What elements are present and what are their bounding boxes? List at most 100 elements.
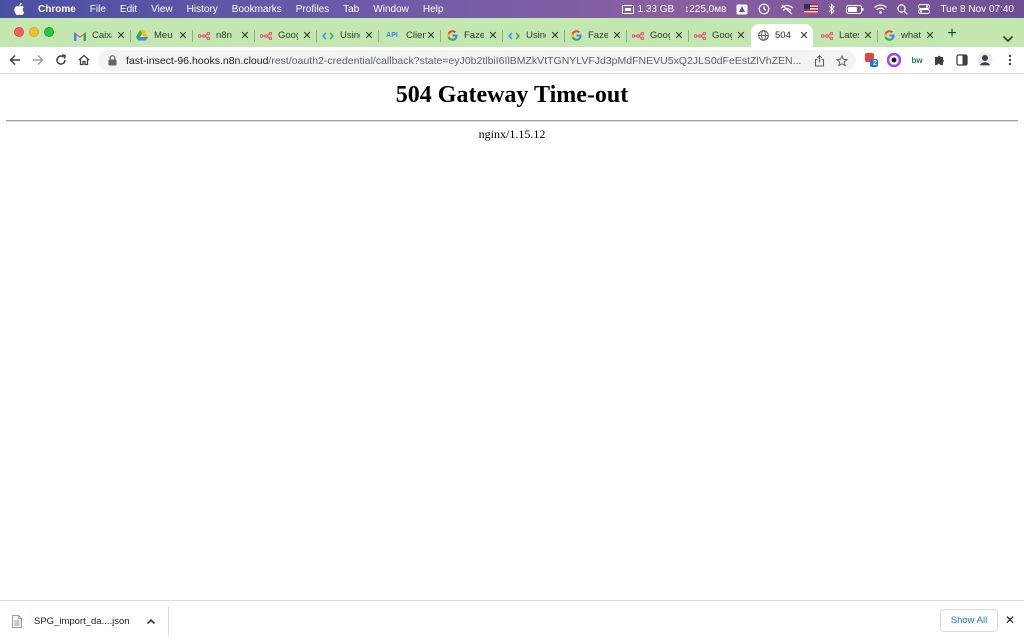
menu-clock[interactable]: Tue 8 Nov 07:40 <box>940 4 1014 15</box>
tab-close-icon[interactable]: ✕ <box>302 30 312 42</box>
extensions-puzzle-icon[interactable] <box>932 52 948 68</box>
extension-bw-icon[interactable]: bw <box>909 52 925 68</box>
n8n-icon <box>821 30 833 42</box>
profile-avatar[interactable] <box>977 52 993 68</box>
error-heading: 504 Gateway Time-out <box>395 82 629 108</box>
minimize-window-button[interactable] <box>29 27 39 37</box>
tab-close-icon[interactable]: ✕ <box>550 30 560 42</box>
code-icon <box>322 30 334 42</box>
tab-title: n8n <box>216 30 232 41</box>
tab-title: Google <box>278 30 298 41</box>
chevron-up-icon[interactable] <box>146 616 156 626</box>
forward-arrow-icon[interactable] <box>31 53 45 67</box>
extension-color-picker-icon[interactable] <box>886 52 902 68</box>
download-shelf: SPG_import_da....json Show All ✕ <box>0 600 1024 640</box>
tab-using-2[interactable]: Using ✕ <box>502 24 565 47</box>
tab-close-icon[interactable]: ✕ <box>674 30 684 42</box>
tab-close-icon[interactable]: ✕ <box>736 30 746 42</box>
tab-title: Using <box>526 30 546 41</box>
time-machine-icon[interactable] <box>758 3 770 15</box>
extension-translate-icon[interactable]: 2 <box>864 52 880 68</box>
google-icon <box>883 30 895 42</box>
tab-using[interactable]: Using ✕ <box>316 24 379 47</box>
n8n-icon <box>260 30 272 42</box>
tab-google-what[interactable]: what ✕ <box>877 24 939 47</box>
chrome-menu-kebab-icon[interactable] <box>1002 52 1018 68</box>
tab-gmail[interactable]: Caixa ✕ <box>68 24 131 47</box>
tab-close-icon[interactable]: ✕ <box>364 30 374 42</box>
tab-title: 504 <box>775 30 791 41</box>
menu-bookmarks[interactable]: Bookmarks <box>232 4 282 15</box>
new-tab-button[interactable]: + <box>944 26 960 42</box>
tab-n8n[interactable]: n8n ✕ <box>192 24 255 47</box>
memory-value: 1.33 GB <box>637 3 675 15</box>
browser-toolbar: fast-insect-96.hooks.n8n.cloud/rest/oaut… <box>0 47 1024 74</box>
api-icon: API <box>386 32 398 39</box>
menu-tab[interactable]: Tab <box>343 4 359 15</box>
shelf-divider <box>168 606 169 636</box>
tab-title: Google <box>712 30 732 41</box>
bookmark-star-icon[interactable] <box>835 54 849 67</box>
side-panel-icon[interactable] <box>954 52 970 68</box>
google-drive-icon <box>136 30 148 42</box>
tab-title: what <box>901 30 921 41</box>
menu-help[interactable]: Help <box>423 4 444 15</box>
menu-file[interactable]: File <box>90 4 106 15</box>
menu-edit[interactable]: Edit <box>120 4 137 15</box>
tab-close-icon[interactable]: ✕ <box>799 30 809 42</box>
battery-icon[interactable] <box>846 4 864 14</box>
menu-app-name[interactable]: Chrome <box>38 4 76 15</box>
zoom-window-button[interactable] <box>44 27 54 37</box>
n8n-icon <box>198 30 210 42</box>
tab-close-icon[interactable]: ✕ <box>116 30 126 42</box>
download-file-name: SPG_import_da....json <box>34 615 130 627</box>
macos-menu-bar: Chrome File Edit View History Bookmarks … <box>0 0 1024 18</box>
menu-view[interactable]: View <box>151 4 173 15</box>
menu-profiles[interactable]: Profiles <box>296 4 329 15</box>
tab-search-chevron-icon[interactable] <box>1002 30 1014 43</box>
wifi-icon[interactable] <box>874 4 888 14</box>
url-host: fast-insect-96.hooks.n8n.cloud <box>126 54 269 67</box>
control-center-icon[interactable] <box>918 4 931 14</box>
memory-status[interactable]: 1.33 GB <box>621 3 675 15</box>
tab-close-icon[interactable]: ✕ <box>240 30 250 42</box>
bluetooth-icon[interactable] <box>828 3 836 15</box>
drive-icon[interactable] <box>736 4 748 15</box>
tab-close-icon[interactable]: ✕ <box>426 30 436 42</box>
tab-google-search[interactable]: Fazer ✕ <box>440 24 503 47</box>
url-text[interactable]: fast-insect-96.hooks.n8n.cloud/rest/oaut… <box>126 55 810 67</box>
share-icon[interactable] <box>814 54 826 67</box>
lock-icon[interactable] <box>108 55 118 67</box>
spotlight-search-icon[interactable] <box>897 3 909 15</box>
tab-close-icon[interactable]: ✕ <box>488 30 498 42</box>
download-item[interactable]: SPG_import_da....json <box>12 613 156 629</box>
wifi-off-icon[interactable] <box>780 4 794 15</box>
tab-n8n-google-3[interactable]: Google ✕ <box>688 24 750 47</box>
n8n-icon <box>632 30 644 42</box>
tab-close-icon[interactable]: ✕ <box>178 30 188 42</box>
reload-icon[interactable] <box>54 53 68 67</box>
us-flag-icon[interactable] <box>804 4 819 14</box>
menu-window[interactable]: Window <box>373 4 409 15</box>
tab-google-search-2[interactable]: Fazer ✕ <box>564 24 627 47</box>
show-all-downloads-button[interactable]: Show All <box>940 609 998 632</box>
tab-n8n-google[interactable]: Google ✕ <box>254 24 317 47</box>
menu-history[interactable]: History <box>187 4 218 15</box>
home-icon[interactable] <box>77 53 91 67</box>
tab-title: Using <box>340 30 360 41</box>
tab-latest[interactable]: Latest ✕ <box>815 24 878 47</box>
network-status[interactable]: ↕225,0ᴍʙ <box>684 4 726 15</box>
tab-client[interactable]: API Client ✕ <box>378 24 441 47</box>
tab-close-icon[interactable]: ✕ <box>925 30 935 42</box>
divider <box>6 120 1018 122</box>
tab-504-active[interactable]: 504 ✕ <box>751 24 813 47</box>
tab-close-icon[interactable]: ✕ <box>612 30 622 42</box>
tab-n8n-google-2[interactable]: Google ✕ <box>626 24 689 47</box>
tab-google-drive[interactable]: Meu Drive ✕ <box>130 24 193 47</box>
apple-logo-icon[interactable] <box>14 3 26 15</box>
close-window-button[interactable] <box>14 27 24 37</box>
tab-close-icon[interactable]: ✕ <box>863 30 873 42</box>
back-arrow-icon[interactable] <box>8 53 22 67</box>
close-shelf-icon[interactable]: ✕ <box>1004 613 1016 627</box>
address-bar[interactable]: fast-insect-96.hooks.n8n.cloud/rest/oaut… <box>98 50 856 71</box>
